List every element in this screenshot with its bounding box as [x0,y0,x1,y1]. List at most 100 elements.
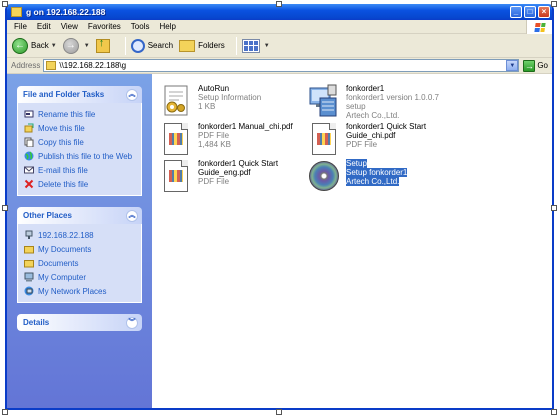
file-item-setup[interactable]: Setup Setup fonkorder1 Artech Co.,Ltd. [308,159,441,193]
file-tasks-header[interactable]: File and Folder Tasks ︽ [17,86,142,103]
chevron-down-icon[interactable]: ▼ [506,60,519,71]
resize-handle [276,1,282,7]
task-delete[interactable]: Delete this file [24,177,141,191]
content-area: File and Folder Tasks ︽ Rename this file… [7,74,552,408]
resize-handle [551,409,557,415]
explorer-window: g on 192.168.22.188 _ □ × File Edit View… [5,4,554,410]
place-label: My Computer [38,272,87,282]
file-description: fonkorder1 version 1.0.0.7 setup [346,93,439,111]
file-name: fonkorder1 Quick Start Guide_eng.pdf [198,159,279,177]
toolbar: ← Back ▼ → ▼ Search Folders ▼ [7,34,552,58]
address-input[interactable]: \\192.168.22.188\g [59,61,506,70]
chevron-down-icon[interactable]: ▼ [264,43,270,49]
file-item-quickstart-eng-pdf[interactable]: fonkorder1 Quick Start Guide_eng.pdf PDF… [160,159,286,193]
collapse-icon[interactable]: ︽ [126,88,138,101]
window-title: g on 192.168.22.188 [26,7,106,17]
task-label: Delete this file [38,179,89,189]
views-icon [241,38,260,53]
minimize-button[interactable]: _ [510,6,522,18]
menu-file[interactable]: File [9,22,32,31]
collapse-icon[interactable]: ︽ [126,209,138,222]
menu-edit[interactable]: Edit [32,22,56,31]
menu-help[interactable]: Help [154,22,180,31]
file-name: fonkorder1 [346,84,385,93]
task-rename[interactable]: Rename this file [24,107,141,121]
search-button[interactable]: Search [130,38,173,53]
cd-icon [308,159,340,193]
task-label: Rename this file [38,109,96,119]
file-name: Setup [346,159,367,168]
pdf-icon [160,159,192,193]
pdf-icon [160,122,192,156]
file-item-autorun[interactable]: AutoRun Setup Information 1 KB [160,84,293,118]
file-name: fonkorder1 Manual_chi.pdf [198,122,293,131]
task-copy[interactable]: Copy this file [24,135,141,149]
move-icon [24,123,34,133]
menu-bar: File Edit View Favorites Tools Help [7,20,552,34]
up-folder-icon [95,37,110,53]
forward-arrow-icon: → [62,37,79,54]
task-publish[interactable]: Publish this file to the Web [24,149,141,163]
place-label: 192.168.22.188 [38,230,94,240]
file-size: 1 KB [198,102,216,111]
place-my-computer[interactable]: My Computer [24,270,141,284]
chevron-down-icon[interactable]: ▼ [84,43,90,49]
network-computer-icon [25,230,33,239]
task-pane: File and Folder Tasks ︽ Rename this file… [7,74,152,408]
other-places-panel: Other Places ︽ 192.168.22.188 My Documen… [17,207,142,303]
menu-tools[interactable]: Tools [126,22,155,31]
file-company: Artech Co.,Ltd. [346,111,400,120]
place-network-computer[interactable]: 192.168.22.188 [24,228,141,242]
place-my-documents[interactable]: My Documents [24,242,141,256]
file-type: Setup Information [198,93,262,102]
file-description: Setup fonkorder1 [346,168,408,177]
go-button[interactable]: → Go [523,59,548,72]
installer-icon [309,84,337,117]
email-icon [24,166,34,174]
expand-icon[interactable]: ︾ [126,316,138,329]
task-label: E-mail this file [38,165,88,175]
folders-button[interactable]: Folders [179,39,225,52]
file-item-manual-chi-pdf[interactable]: fonkorder1 Manual_chi.pdf PDF File 1,484… [160,122,293,156]
menu-favorites[interactable]: Favorites [83,22,126,31]
file-name: AutoRun [198,84,230,93]
other-places-header[interactable]: Other Places ︽ [17,207,142,224]
go-arrow-icon: → [523,59,536,72]
folder-icon [24,260,34,268]
panel-body: 192.168.22.188 My Documents Documents My… [17,224,142,303]
address-field[interactable]: \\192.168.22.188\g ▼ [43,59,520,72]
place-documents[interactable]: Documents [24,256,141,270]
close-button[interactable]: × [538,6,550,18]
views-button[interactable]: ▼ [241,38,270,53]
file-item-fonkorder1[interactable]: fonkorder1 fonkorder1 version 1.0.0.7 se… [308,84,456,120]
up-folder-button[interactable] [95,37,114,53]
menu-view[interactable]: View [56,22,83,31]
resize-handle [551,1,557,7]
task-move[interactable]: Move this file [24,121,141,135]
address-bar: Address \\192.168.22.188\g ▼ → Go [7,58,552,74]
network-places-icon [24,286,34,296]
globe-icon [24,151,34,161]
file-size: 1,484 KB [198,140,231,149]
forward-button[interactable]: → ▼ [62,37,90,54]
file-type: PDF File [198,177,230,186]
address-label: Address [11,61,41,70]
file-item-quickstart-chi-pdf[interactable]: fonkorder1 Quick Start Guide_chi.pdf PDF… [308,122,434,156]
rename-icon [24,110,34,118]
details-header[interactable]: Details ︾ [17,314,142,331]
file-name: fonkorder1 Quick Start Guide_chi.pdf [346,122,427,140]
task-email[interactable]: E-mail this file [24,163,141,177]
details-panel: Details ︾ [17,314,142,331]
panel-title: Details [23,318,50,327]
place-my-network-places[interactable]: My Network Places [24,284,141,298]
back-button[interactable]: ← Back ▼ [12,37,57,54]
search-icon [130,38,145,53]
chevron-down-icon[interactable]: ▼ [51,43,57,49]
place-label: My Network Places [38,286,107,296]
toolbar-separator [235,36,237,55]
resize-handle [2,1,8,7]
resize-handle [2,205,8,211]
maximize-button[interactable]: □ [524,6,536,18]
file-company: Artech Co.,Ltd. [346,177,400,186]
copy-icon [24,137,34,147]
